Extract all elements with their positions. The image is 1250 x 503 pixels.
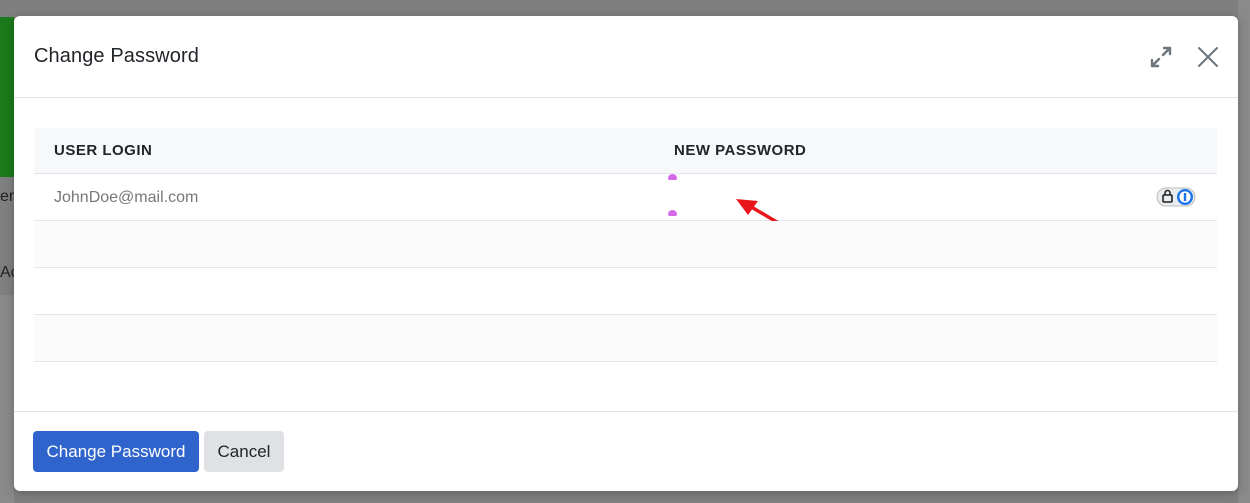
expand-button[interactable] (1148, 44, 1174, 70)
user-login-cell: JohnDoe@mail.com (54, 189, 199, 206)
grid-header-row: USER LOGIN NEW PASSWORD (34, 128, 1217, 174)
background-text: er (0, 188, 15, 205)
text-caret-top (668, 174, 677, 180)
background-panel (0, 295, 14, 503)
dialog-header: Change Password (14, 16, 1238, 98)
password-grid: USER LOGIN NEW PASSWORD JohnDoe@mail.com (34, 128, 1217, 362)
table-row (34, 221, 1217, 268)
column-header-new-password: NEW PASSWORD (674, 142, 807, 159)
background-right-edge (1238, 0, 1250, 503)
change-password-dialog: Change Password USER LOGIN NEW PASSWORD … (14, 16, 1238, 491)
cancel-button[interactable]: Cancel (204, 431, 284, 472)
dialog-title: Change Password (34, 45, 199, 67)
close-button[interactable] (1195, 44, 1221, 70)
column-header-user-login: USER LOGIN (54, 142, 153, 159)
dialog-body: USER LOGIN NEW PASSWORD JohnDoe@mail.com (14, 98, 1238, 411)
close-icon (1198, 47, 1218, 67)
text-caret-bottom (668, 210, 677, 216)
password-manager-icon[interactable] (1156, 187, 1196, 207)
table-row (34, 315, 1217, 362)
dialog-footer: Change Password Cancel (14, 411, 1238, 491)
expand-arrows-icon (1150, 46, 1172, 68)
table-row: JohnDoe@mail.com (34, 174, 1217, 233)
table-row (34, 268, 1217, 315)
background-green-panel (0, 17, 14, 177)
change-password-button[interactable]: Change Password (33, 431, 199, 472)
